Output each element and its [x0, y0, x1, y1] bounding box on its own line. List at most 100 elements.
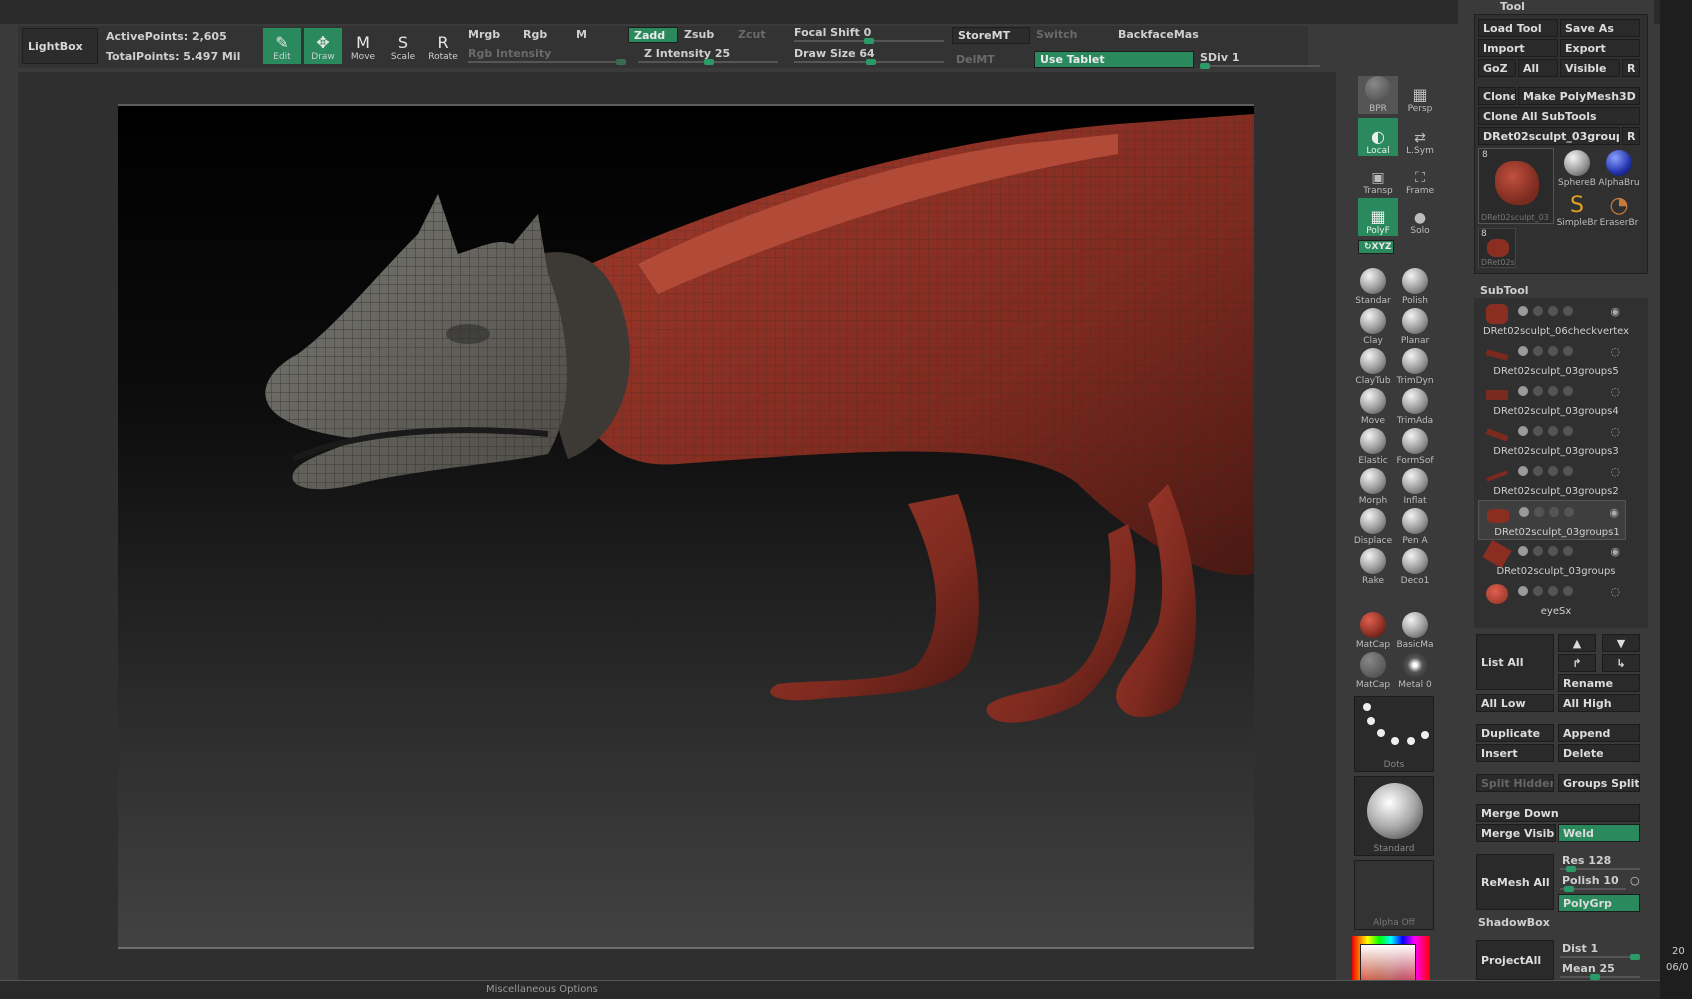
- alpha-brush-picker[interactable]: Standard: [1354, 776, 1434, 856]
- brush-trimadaptive[interactable]: TrimAda: [1394, 386, 1436, 426]
- xyz-symmetry-button[interactable]: ↻XYZ: [1358, 240, 1394, 254]
- zsub-button[interactable]: Zsub: [684, 28, 714, 41]
- merge-down-button[interactable]: Merge Down: [1476, 804, 1640, 822]
- eye-icon[interactable]: ◌: [1610, 465, 1620, 478]
- z-intensity-slider[interactable]: Z Intensity 25: [644, 47, 730, 60]
- current-tool-name[interactable]: DRet02sculpt_03group: [1478, 127, 1620, 145]
- focal-shift-slider[interactable]: Focal Shift 0: [794, 26, 871, 39]
- delete-button[interactable]: Delete: [1558, 744, 1640, 762]
- tool-thumbnail-small[interactable]: 8 DRet02s: [1478, 228, 1516, 268]
- subtool-item[interactable]: ◌ DRet02sculpt_03groups4: [1478, 380, 1626, 420]
- subtool-item[interactable]: ◉ DRet02sculpt_06checkvertex: [1478, 300, 1629, 340]
- import-button[interactable]: Import: [1478, 39, 1558, 57]
- material-matcap-gray[interactable]: MatCap: [1352, 650, 1394, 690]
- export-button[interactable]: Export: [1560, 39, 1640, 57]
- subtool-toggles[interactable]: [1518, 586, 1573, 596]
- tool-sphere-brush[interactable]: SphereB: [1556, 148, 1598, 188]
- merge-visible-button[interactable]: Merge Visible: [1476, 824, 1556, 842]
- goz-button[interactable]: GoZ: [1478, 59, 1516, 77]
- make-polymesh3d-button[interactable]: Make PolyMesh3D: [1518, 87, 1640, 105]
- draw-size-track[interactable]: [794, 59, 944, 65]
- brush-displace[interactable]: Displace: [1352, 506, 1394, 546]
- brush-inflat[interactable]: Inflat: [1394, 466, 1436, 506]
- eye-icon[interactable]: ◌: [1610, 425, 1620, 438]
- dragon-model[interactable]: [118, 104, 1254, 949]
- dist-slider[interactable]: Dist 1: [1562, 942, 1598, 955]
- list-all-button[interactable]: List All: [1476, 634, 1554, 690]
- zadd-button[interactable]: Zadd: [628, 27, 678, 43]
- lsym-button[interactable]: ⇄ L.Sym: [1400, 118, 1440, 156]
- rgb-intensity-slider[interactable]: Rgb Intensity: [468, 47, 551, 60]
- move-down-branch-button[interactable]: ↳: [1602, 654, 1640, 672]
- brush-move[interactable]: Move: [1352, 386, 1394, 426]
- eye-icon[interactable]: ◉: [1610, 545, 1620, 558]
- subtool-toggles[interactable]: [1518, 546, 1573, 556]
- brush-pen-a[interactable]: Pen A: [1394, 506, 1436, 546]
- subtool-header[interactable]: SubTool: [1480, 284, 1529, 297]
- load-tool-button[interactable]: Load Tool: [1478, 19, 1558, 37]
- use-tablet-button[interactable]: Use Tablet: [1034, 51, 1194, 68]
- subtool-toggles[interactable]: [1518, 466, 1573, 476]
- subtool-item-selected[interactable]: ◉ DRet02sculpt_03groups1: [1478, 500, 1626, 540]
- draw-size-slider[interactable]: Draw Size 64: [794, 47, 875, 60]
- move-up-branch-button[interactable]: ↱: [1558, 654, 1596, 672]
- misc-options-menu[interactable]: Miscellaneous Options: [486, 984, 598, 995]
- subtool-toggles[interactable]: [1518, 346, 1573, 356]
- split-hidden-button[interactable]: Split Hidden: [1476, 774, 1554, 792]
- brush-trimdynamic[interactable]: TrimDyn: [1394, 346, 1436, 386]
- subtool-item[interactable]: ◌ DRet02sculpt_03groups2: [1478, 460, 1626, 500]
- subtool-toggles[interactable]: [1519, 507, 1574, 517]
- eye-icon[interactable]: ◌: [1610, 585, 1620, 598]
- brush-polish[interactable]: Polish: [1394, 266, 1436, 306]
- eye-icon[interactable]: ◉: [1609, 506, 1619, 519]
- clone-button[interactable]: Clone: [1478, 87, 1516, 105]
- local-button[interactable]: ◐ Local: [1358, 118, 1398, 156]
- switch-button[interactable]: Switch: [1036, 28, 1077, 41]
- project-all-button[interactable]: ProjectAll: [1476, 940, 1554, 980]
- subtool-item[interactable]: ◉ DRet02sculpt_03groups: [1478, 539, 1626, 580]
- remesh-all-button[interactable]: ReMesh All: [1476, 854, 1554, 910]
- lightbox-button[interactable]: LightBox: [22, 28, 98, 64]
- backface-mask-button[interactable]: BackfaceMas: [1118, 28, 1199, 41]
- dist-track[interactable]: [1560, 954, 1640, 960]
- brush-formsoft[interactable]: FormSof: [1394, 426, 1436, 466]
- draw-button[interactable]: ✥ Draw: [304, 28, 342, 64]
- tool-r-button[interactable]: R: [1622, 127, 1640, 145]
- subtool-toggles[interactable]: [1518, 306, 1573, 316]
- eye-icon[interactable]: ◌: [1610, 385, 1620, 398]
- material-matcap-red[interactable]: MatCap: [1352, 610, 1394, 650]
- res-track[interactable]: [1560, 866, 1640, 872]
- zcut-button[interactable]: Zcut: [738, 28, 766, 41]
- focal-shift-track[interactable]: [794, 38, 944, 44]
- subtool-toggles[interactable]: [1518, 426, 1573, 436]
- goz-visible-button[interactable]: Visible: [1560, 59, 1620, 77]
- rgb-button[interactable]: Rgb: [523, 28, 547, 41]
- all-low-button[interactable]: All Low: [1476, 694, 1554, 712]
- stroke-picker[interactable]: Dots: [1354, 696, 1434, 772]
- move-up-button[interactable]: ▲: [1558, 634, 1596, 652]
- move-button[interactable]: M Move: [344, 28, 382, 64]
- material-metal[interactable]: Metal 0: [1394, 650, 1436, 690]
- mrgb-button[interactable]: Mrgb: [468, 28, 500, 41]
- duplicate-button[interactable]: Duplicate: [1476, 724, 1554, 742]
- tool-alpha-brush[interactable]: AlphaBru: [1598, 148, 1640, 188]
- polyf-button[interactable]: ▦ PolyF: [1358, 198, 1398, 236]
- subtool-toggles[interactable]: [1518, 386, 1573, 396]
- bpr-button[interactable]: BPR: [1358, 76, 1398, 114]
- eye-icon[interactable]: ◉: [1610, 305, 1620, 318]
- groups-split-button[interactable]: Groups Split: [1558, 774, 1640, 792]
- brush-clay[interactable]: Clay: [1352, 306, 1394, 346]
- persp-button[interactable]: ▦ Persp: [1400, 76, 1440, 114]
- polygrp-button[interactable]: PolyGrp: [1558, 894, 1640, 912]
- polish-circle-icon[interactable]: ○: [1630, 874, 1640, 887]
- solo-button[interactable]: ● Solo: [1400, 198, 1440, 236]
- sdiv-track[interactable]: [1200, 63, 1320, 69]
- brush-standard[interactable]: Standar: [1352, 266, 1394, 306]
- material-basic[interactable]: BasicMa: [1394, 610, 1436, 650]
- polish-track[interactable]: [1560, 886, 1626, 892]
- save-as-button[interactable]: Save As: [1560, 19, 1640, 37]
- append-button[interactable]: Append: [1558, 724, 1640, 742]
- tool-simple-brush[interactable]: S SimpleBr: [1556, 188, 1598, 228]
- document-viewport[interactable]: [118, 104, 1254, 949]
- edit-button[interactable]: ✎ Edit: [263, 28, 301, 64]
